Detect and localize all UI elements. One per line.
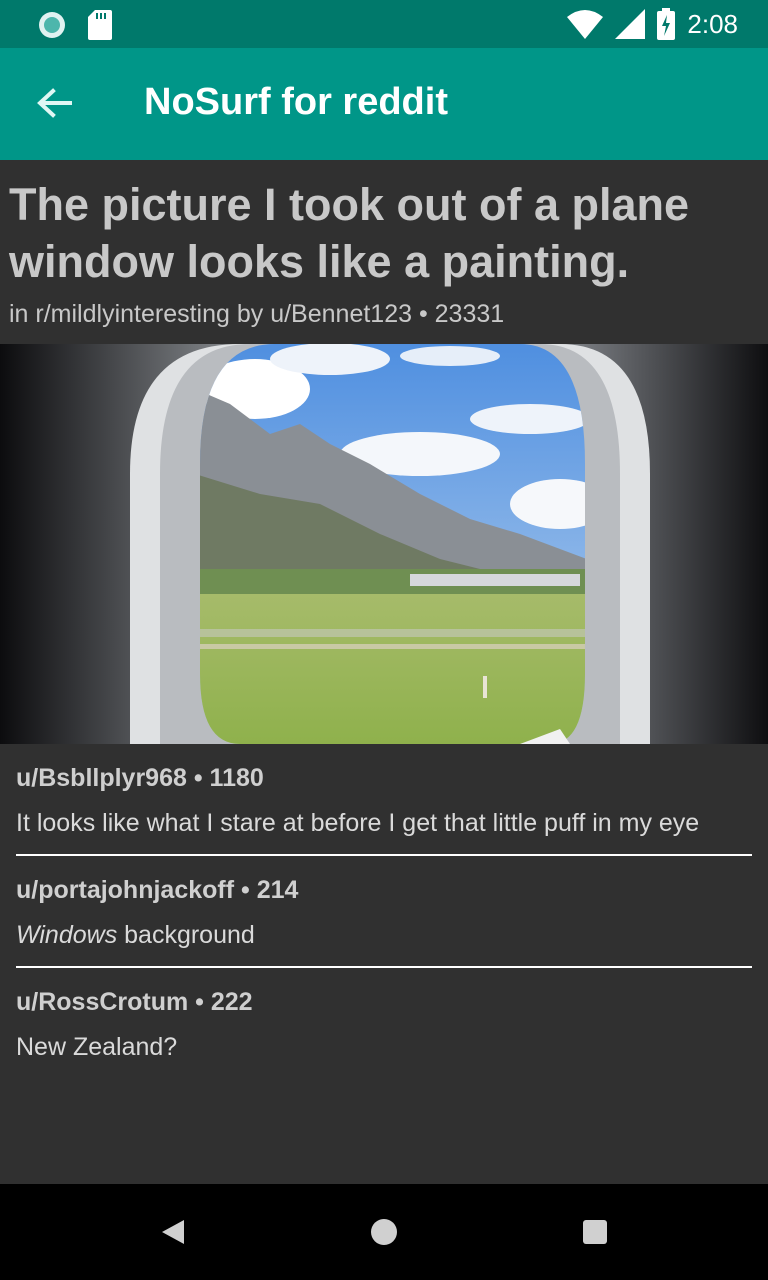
app-title: NoSurf for reddit — [144, 81, 448, 123]
post-title[interactable]: The picture I took out of a plane window… — [0, 160, 768, 290]
wifi-icon — [567, 10, 604, 39]
comment-body: New Zealand? — [16, 1033, 178, 1061]
plane-window-photo — [0, 344, 768, 744]
nav-back-icon[interactable] — [156, 1212, 196, 1252]
comment-header: u/RossCrotum • 222 — [16, 988, 253, 1016]
comment-header: u/Bsbllplyr968 • 1180 — [16, 764, 264, 792]
back-arrow-icon[interactable] — [32, 82, 76, 126]
status-bar: 2:08 — [0, 0, 768, 48]
comment-body: It looks like what I stare at before I g… — [16, 809, 700, 837]
comment-item[interactable]: u/portajohnjackoff • 214 Windows backgro… — [16, 856, 752, 968]
post-meta[interactable]: in r/mildlyinteresting by u/Bennet123 • … — [0, 290, 768, 329]
clock: 2:08 — [687, 8, 738, 39]
comment-item[interactable]: u/RossCrotum • 222 New Zealand? — [16, 968, 752, 1078]
post-image[interactable] — [0, 344, 768, 744]
nav-home-icon[interactable] — [364, 1212, 404, 1252]
comment-body-text: background — [117, 921, 255, 949]
sync-icon — [39, 12, 65, 38]
app-bar: NoSurf for reddit — [0, 48, 768, 160]
nav-recents-icon[interactable] — [575, 1212, 615, 1252]
comments-list: u/Bsbllplyr968 • 1180 It looks like what… — [0, 744, 768, 1078]
sd-card-icon — [88, 10, 112, 40]
battery-icon — [657, 8, 676, 40]
system-nav-bar — [0, 1184, 768, 1280]
comment-header: u/portajohnjackoff • 214 — [16, 876, 299, 904]
signal-icon — [615, 9, 646, 39]
comment-body: Windows background — [16, 919, 752, 952]
comment-item[interactable]: u/Bsbllplyr968 • 1180 It looks like what… — [16, 744, 752, 856]
comment-body-emphasis: Windows — [16, 921, 118, 949]
post-header: The picture I took out of a plane window… — [0, 160, 768, 329]
